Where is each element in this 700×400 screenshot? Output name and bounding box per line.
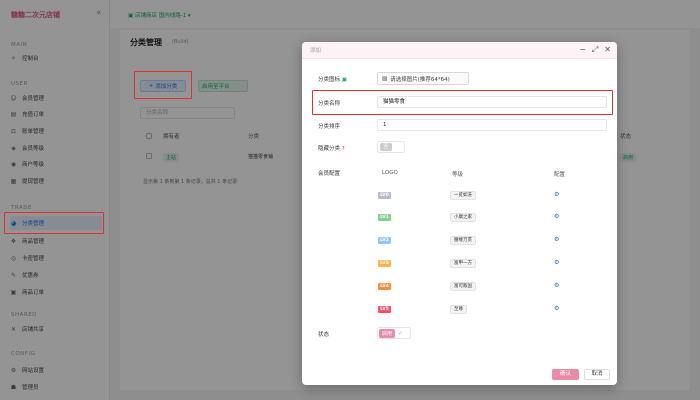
level-logo: LV1 bbox=[378, 214, 391, 221]
config-gear-icon[interactable]: ⚙ bbox=[554, 259, 559, 266]
level-logo: LV3 bbox=[378, 260, 391, 267]
hidden-toggle[interactable]: 否 bbox=[377, 141, 405, 153]
highlight-add-button bbox=[134, 71, 192, 99]
level-name: 小康之家 bbox=[450, 213, 476, 222]
cancel-button[interactable]: 取消 bbox=[584, 369, 610, 380]
sort-label: 分类排序 bbox=[318, 124, 341, 130]
dialog-header: 添加 bbox=[302, 42, 617, 59]
level-logo: LV0 bbox=[378, 192, 391, 199]
image-icon: ▣ bbox=[340, 77, 347, 83]
member-config-label: 会员配置 bbox=[318, 171, 341, 177]
column-config: 配置 bbox=[554, 172, 566, 178]
confirm-button[interactable]: 确认 bbox=[552, 369, 579, 380]
close-icon[interactable]: ✕ bbox=[604, 45, 611, 55]
minimize-icon[interactable]: − bbox=[579, 45, 586, 55]
level-name: 富甲一方 bbox=[450, 259, 476, 268]
config-gear-icon[interactable]: ⚙ bbox=[554, 282, 559, 289]
config-gear-icon[interactable]: ⚙ bbox=[554, 213, 559, 220]
status-label: 状态 bbox=[318, 332, 330, 338]
config-gear-icon[interactable]: ⚙ bbox=[554, 191, 559, 198]
level-logo: LV2 bbox=[378, 237, 391, 244]
status-toggle[interactable]: 启用 ✓ bbox=[377, 327, 411, 339]
column-level: 等级 bbox=[452, 172, 464, 178]
level-name: 一贫如洗 bbox=[450, 191, 476, 200]
level-logo: LV5 bbox=[378, 306, 391, 313]
highlight-name-field bbox=[312, 90, 613, 115]
check-icon: ✓ bbox=[398, 329, 404, 337]
icon-label: 分类图标 ▣ bbox=[318, 77, 347, 83]
maximize-icon[interactable]: ⤢ bbox=[592, 45, 598, 55]
add-category-dialog: 添加 − ⤢ ✕ 分类图标 ▣ ▨ 请选择图片(推荐64*64) 分类名称 猫猫零… bbox=[302, 42, 617, 385]
highlight-category-nav bbox=[4, 212, 104, 234]
upload-image-button[interactable]: ▨ 请选择图片(推荐64*64) bbox=[377, 72, 469, 85]
level-name: 富可敌国 bbox=[450, 282, 476, 291]
config-gear-icon[interactable]: ⚙ bbox=[554, 305, 559, 312]
config-gear-icon[interactable]: ⚙ bbox=[554, 236, 559, 243]
sort-input[interactable]: 1 bbox=[377, 119, 607, 131]
hidden-label: 隐藏分类 ? bbox=[318, 146, 345, 152]
level-name: 腰缠万贯 bbox=[450, 236, 476, 245]
picture-icon: ▨ bbox=[382, 75, 388, 82]
help-icon[interactable]: ? bbox=[342, 146, 345, 152]
level-logo: LV4 bbox=[378, 283, 391, 290]
level-name: 至尊 bbox=[450, 305, 467, 314]
column-logo: LOGO bbox=[382, 170, 398, 176]
dialog-title: 添加 bbox=[310, 48, 322, 54]
